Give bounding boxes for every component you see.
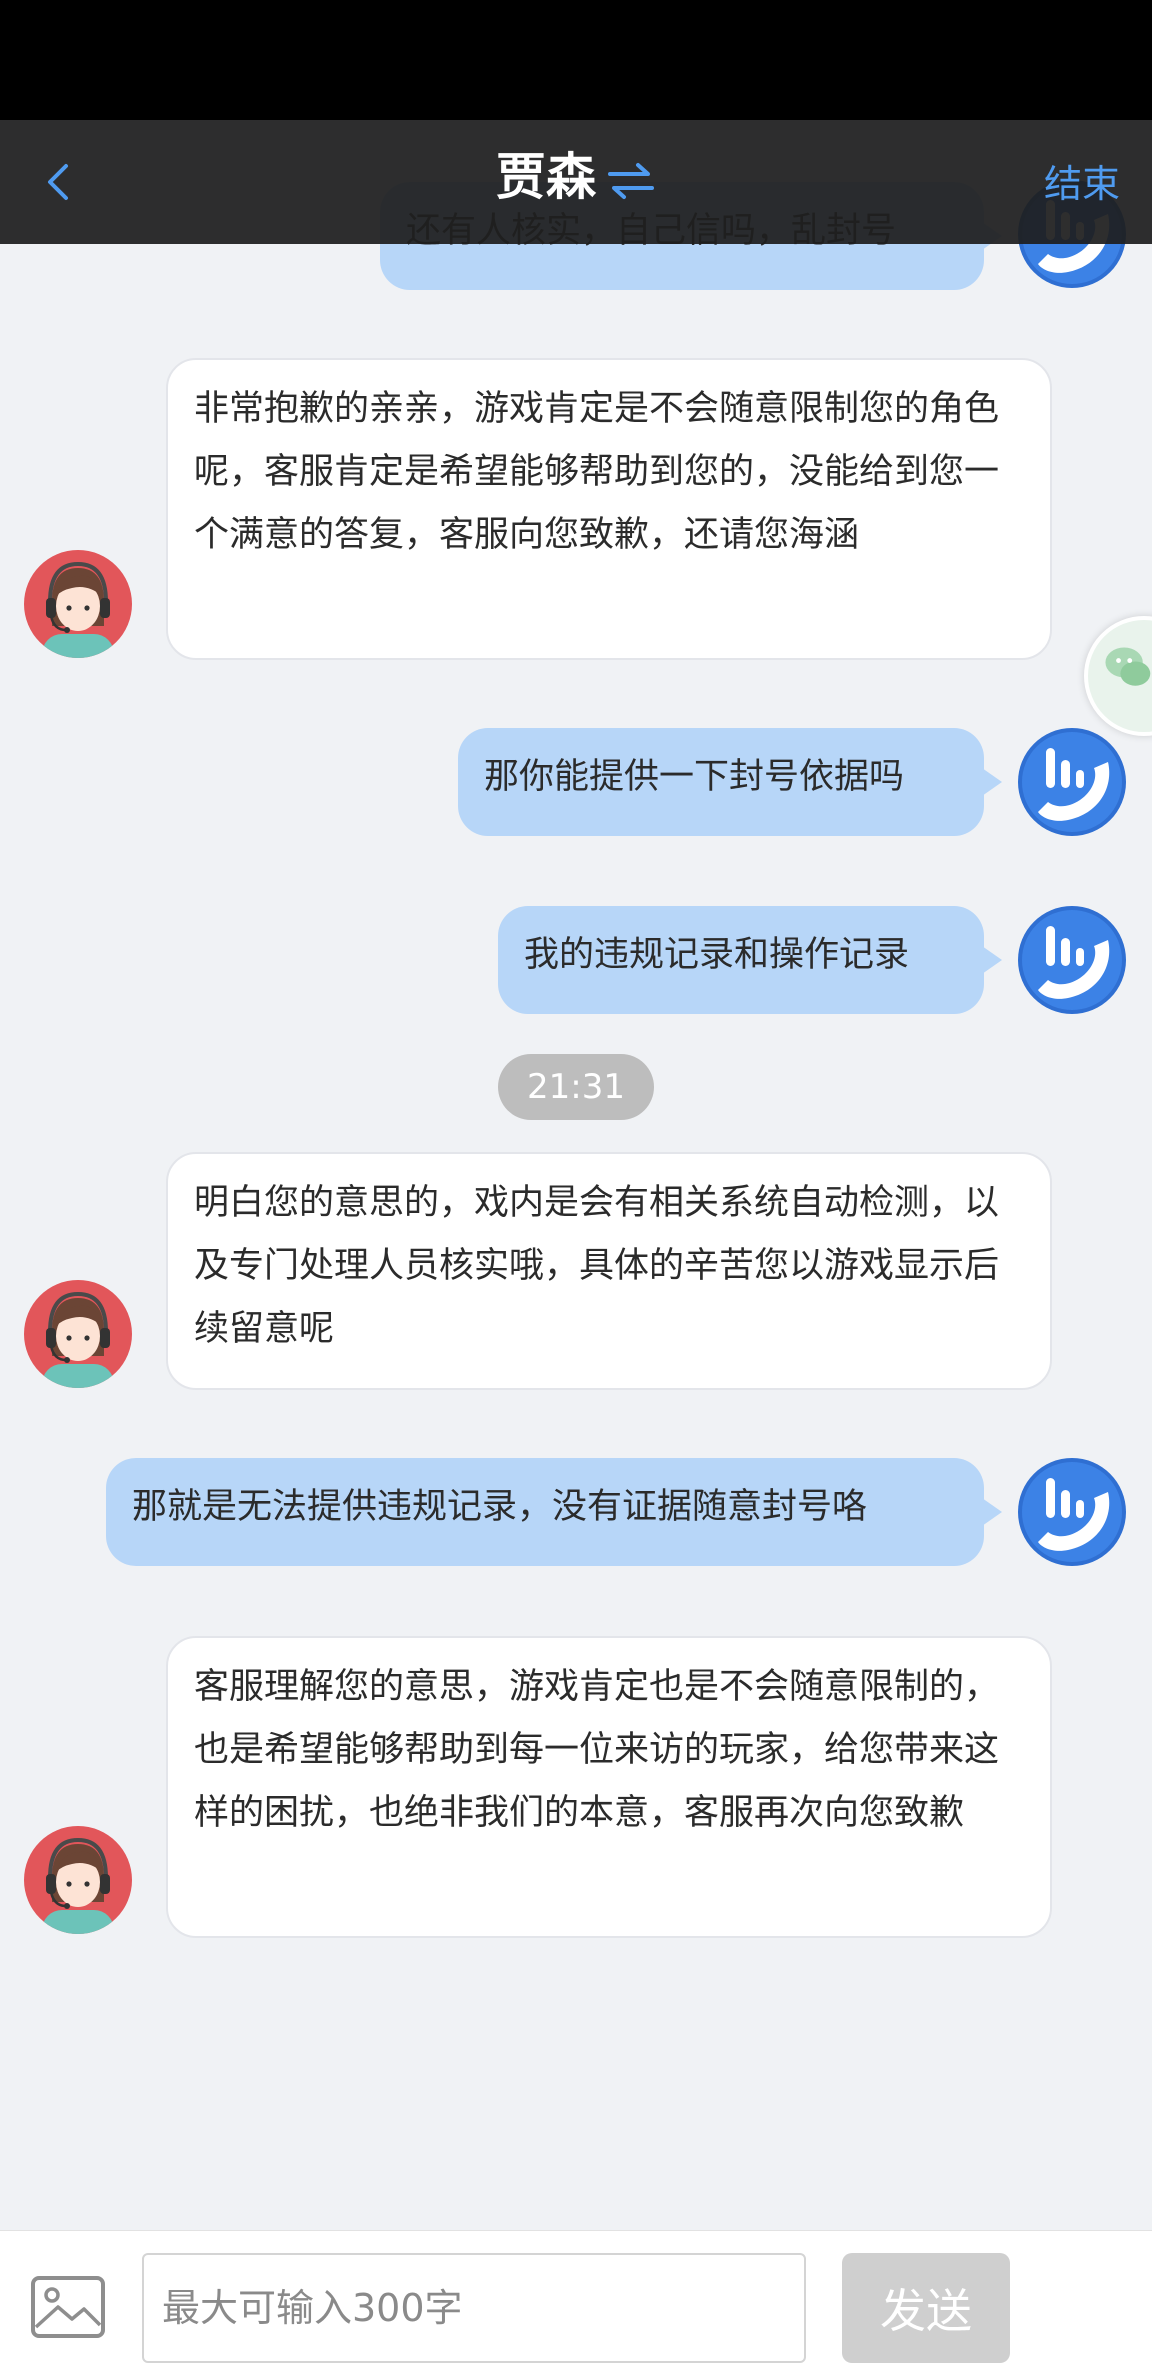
agent-message: 非常抱歉的亲亲，游戏肯定是不会随意限制您的角色呢，客服肯定是希望能够帮助到您的，… <box>166 358 1052 660</box>
input-bar: 发送 <box>0 2230 1152 2376</box>
send-button[interactable]: 发送 <box>842 2253 1010 2363</box>
floating-chat-button[interactable] <box>1084 616 1152 736</box>
user-avatar <box>1018 728 1126 836</box>
agent-avatar <box>22 1824 134 1936</box>
status-bar <box>0 0 1152 120</box>
page-title: 贾森 <box>0 144 1152 210</box>
contact-name: 贾森 <box>496 148 596 206</box>
chat-header: 贾森 结束 <box>0 120 1152 244</box>
message-input[interactable] <box>142 2253 806 2363</box>
message-list: 还有人核实，自己信吗，乱封号 非常抱歉的亲亲，游戏肯定是不会随意限制您的角色呢，… <box>0 0 1152 2230</box>
user-message: 那你能提供一下封号依据吗 <box>458 728 1002 836</box>
agent-avatar <box>22 548 134 660</box>
user-message: 那就是无法提供违规记录，没有证据随意封号咯 <box>106 1458 1002 1566</box>
end-chat-button[interactable]: 结束 <box>1044 156 1120 212</box>
timestamp-badge: 21:31 <box>498 1054 654 1120</box>
user-message: 我的违规记录和操作记录 <box>498 906 1002 1014</box>
chat-bubbles-icon <box>1105 647 1151 686</box>
swap-arrows-icon[interactable] <box>606 159 656 203</box>
user-avatar <box>1018 1458 1126 1566</box>
user-avatar <box>1018 906 1126 1014</box>
agent-message: 客服理解您的意思，游戏肯定也是不会随意限制的，也是希望能够帮助到每一位来访的玩家… <box>166 1636 1052 1938</box>
image-icon[interactable] <box>30 2275 106 2339</box>
agent-message: 明白您的意思的，戏内是会有相关系统自动检测，以及专门处理人员核实哦，具体的辛苦您… <box>166 1152 1052 1390</box>
agent-avatar <box>22 1278 134 1390</box>
